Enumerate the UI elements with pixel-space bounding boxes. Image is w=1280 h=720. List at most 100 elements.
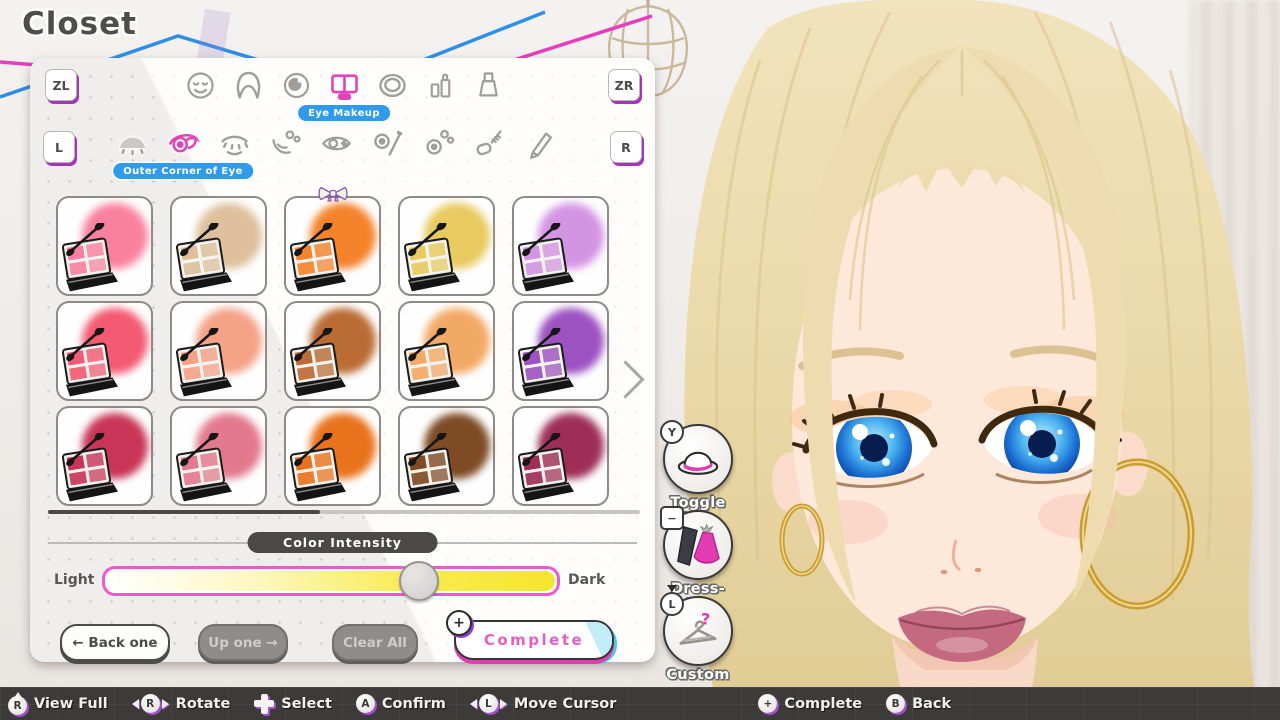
subtab-eye-corner[interactable]: Outer Corner of Eye <box>161 121 205 165</box>
swatch-item[interactable] <box>398 406 495 506</box>
side-button-label: Custom <box>663 667 733 683</box>
tab-nail-polish[interactable] <box>466 63 510 107</box>
swatch-grid <box>56 196 605 506</box>
tab-compact[interactable] <box>370 63 414 107</box>
subtab-eye-dots[interactable] <box>416 121 460 165</box>
hint-select: Select <box>254 694 332 714</box>
subtab-eye-sparkle[interactable] <box>314 121 358 165</box>
hint-label: Back <box>912 696 951 712</box>
next-page-chevron-icon[interactable] <box>606 360 644 398</box>
slider-max-label: Dark <box>568 572 605 588</box>
hint-back: B Back <box>886 694 951 713</box>
zl-shoulder-button[interactable]: ZL <box>45 69 77 101</box>
r-shoulder-button[interactable]: R <box>610 131 642 163</box>
eyeshadow-palette-icon <box>173 433 237 503</box>
swatch-item[interactable] <box>170 301 267 401</box>
swatch-item[interactable] <box>170 196 267 296</box>
lower-lash-icon <box>217 126 252 161</box>
intensity-slider-row: Light Dark <box>30 563 655 603</box>
plus-button-badge: + <box>446 610 472 636</box>
eyeshadow-palette-icon <box>515 328 579 398</box>
hint-label: Confirm <box>382 696 446 712</box>
subtab-eye-wand[interactable] <box>365 121 409 165</box>
hanger-button-circle: L <box>663 596 733 666</box>
swatch-item[interactable] <box>56 406 153 506</box>
left-stick-lr-icon: L <box>470 694 507 713</box>
complete-button[interactable]: Complete <box>454 620 614 660</box>
intensity-slider-track[interactable] <box>102 566 560 596</box>
closet-panel: ZL ZR L R Eye Makeup Outer Corner of Eye… <box>30 58 655 662</box>
eyeshadow-palette-icon <box>515 223 579 293</box>
subtab-lower-lash[interactable] <box>212 121 256 165</box>
eyeshadow-palette-icon <box>59 223 123 293</box>
tab-eye[interactable] <box>274 63 318 107</box>
button-glyph: A <box>356 694 375 713</box>
eye-corner-icon <box>166 126 201 161</box>
eye-sparkle-icon <box>319 126 354 161</box>
button-glyph: B <box>886 694 905 713</box>
swatch-item[interactable] <box>170 406 267 506</box>
hint-label: Move Cursor <box>514 696 617 712</box>
left-arrow-icon <box>470 699 477 709</box>
left-arrow-icon <box>132 699 139 709</box>
up-one-button[interactable]: Up one → <box>198 624 288 661</box>
eyeshadow-palette-icon <box>401 433 465 503</box>
tab-hair[interactable] <box>226 63 270 107</box>
right-arrow-icon <box>500 699 507 709</box>
hint-rotate: RRotate <box>132 694 231 713</box>
eye-icon <box>279 68 314 103</box>
hint-label: Complete <box>784 696 862 712</box>
swatch-item[interactable] <box>512 406 609 506</box>
eyeshadow-palette-icon <box>173 223 237 293</box>
hint-confirm: A Confirm <box>356 694 446 713</box>
intensity-slider-knob[interactable] <box>399 561 439 601</box>
tab-lipstick[interactable] <box>418 63 462 107</box>
subtab-eyelid[interactable] <box>110 121 154 165</box>
cheek-icon <box>268 126 303 161</box>
eyeshadow-palette-icon <box>287 223 351 293</box>
subtab-pencil[interactable] <box>518 121 562 165</box>
eyeshadow-palette-icon <box>59 433 123 503</box>
hint-label: Rotate <box>176 696 231 712</box>
hint-label: View Full <box>34 696 108 712</box>
hint-view-full: R View Full <box>8 692 108 715</box>
subtab-cheek[interactable] <box>263 121 307 165</box>
hint-move-cursor: L Move Cursor <box>470 694 617 713</box>
button-b-icon: B <box>886 694 905 713</box>
subcategory-tab-row: Outer Corner of Eye <box>110 121 562 165</box>
right-stick-press-icon: R <box>8 696 27 715</box>
swatch-item[interactable] <box>398 301 495 401</box>
subtab-mascara[interactable] <box>467 121 511 165</box>
tab-eye-makeup[interactable]: Eye Makeup <box>322 63 366 107</box>
zr-shoulder-button[interactable]: ZR <box>608 69 640 101</box>
dpad-icon <box>254 694 274 714</box>
l-shoulder-button[interactable]: L <box>43 131 75 163</box>
swatch-item[interactable] <box>56 301 153 401</box>
equipped-bow-icon <box>317 185 349 202</box>
eye-dots-icon <box>421 126 456 161</box>
controller-hint-bar: R View Full RRotate Select A Confirm L Move Cur… <box>0 687 1280 720</box>
eyelid-icon <box>115 126 150 161</box>
swatch-item[interactable] <box>284 196 381 296</box>
page-title: Closet <box>22 6 137 42</box>
side-button-hanger[interactable]: LCustom <box>663 596 733 683</box>
swatch-item[interactable] <box>398 196 495 296</box>
clear-all-button[interactable]: Clear All <box>332 624 418 661</box>
mascara-icon <box>472 126 507 161</box>
swatch-item[interactable] <box>284 406 381 506</box>
button-glyph: R <box>8 696 27 715</box>
swatch-item[interactable] <box>512 196 609 296</box>
hint-complete: +Complete <box>758 694 862 713</box>
pencil-icon <box>523 126 558 161</box>
eyeshadow-palette-icon <box>173 328 237 398</box>
swatch-item[interactable] <box>56 196 153 296</box>
grid-scrollbar[interactable] <box>48 510 640 514</box>
back-one-button[interactable]: ← Back one <box>60 624 170 661</box>
lipstick-icon <box>423 68 458 103</box>
hint-label: Select <box>281 696 332 712</box>
eye-makeup-icon <box>327 68 362 103</box>
subtab-selected-label: Outer Corner of Eye <box>113 163 253 179</box>
swatch-item[interactable] <box>512 301 609 401</box>
tab-face[interactable] <box>178 63 222 107</box>
swatch-item[interactable] <box>284 301 381 401</box>
